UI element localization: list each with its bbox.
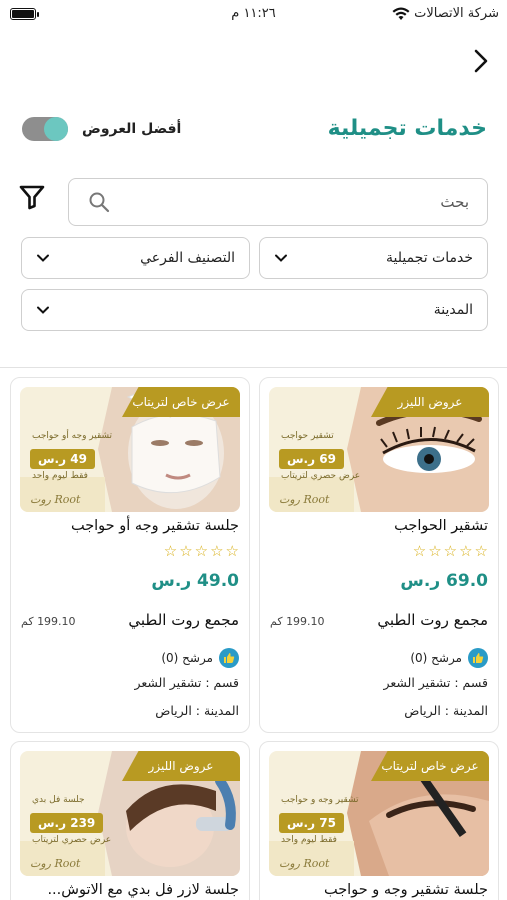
subcategory-select[interactable]: التصنيف الفرعي bbox=[21, 237, 250, 279]
service-name: جلسة لازر فل بدي مع الاتوش... bbox=[47, 882, 239, 898]
section-label: قسم : تشقير الشعر bbox=[134, 675, 239, 690]
banner-note: فقط ليوم واحد bbox=[281, 835, 337, 845]
page-title: خدمات تجميلية bbox=[327, 116, 487, 141]
banner-amount: 49 bbox=[70, 452, 87, 466]
recommend-row[interactable]: مرشح (0) bbox=[410, 648, 488, 668]
category-select[interactable]: خدمات تجميلية bbox=[259, 237, 488, 279]
banner-amount: 75 bbox=[319, 816, 336, 830]
star-icon: ☆ bbox=[443, 542, 458, 560]
service-name: جلسة تشقير وجه أو حواجب bbox=[70, 518, 239, 534]
search-icon[interactable] bbox=[87, 190, 111, 214]
wifi-icon bbox=[392, 7, 410, 20]
star-icon: ☆ bbox=[194, 542, 209, 560]
banner-ribbon: عروض الليزر bbox=[371, 387, 489, 417]
provider-name[interactable]: مجمع روت الطبي bbox=[377, 611, 488, 629]
star-icon: ☆ bbox=[225, 542, 239, 560]
banner-ribbon: عرض خاص لتريتاب bbox=[371, 751, 489, 781]
chevron-down-icon bbox=[275, 254, 287, 262]
banner-ribbon: عروض الليزر bbox=[122, 751, 240, 781]
service-card[interactable]: عرض خاص لتريتاب تشقير وجه أو حواجب 49 ر.… bbox=[10, 377, 250, 733]
rating-stars: ☆ ☆ ☆ ☆ ☆ bbox=[413, 544, 488, 559]
search-box bbox=[68, 178, 488, 226]
best-offers-toggle[interactable] bbox=[22, 117, 68, 141]
banner-price: 75 ر.س bbox=[279, 813, 344, 833]
banner-headline: تشقير حواجب bbox=[281, 431, 334, 441]
star-icon: ☆ bbox=[179, 542, 193, 560]
brand-logo: Root روت bbox=[30, 493, 81, 506]
banner-headline: تشقير وجه و حواجب bbox=[281, 795, 359, 805]
brand-logo: Root روت bbox=[279, 857, 330, 870]
thumbs-up-icon bbox=[468, 648, 488, 668]
service-name: تشقير الحواجب bbox=[394, 518, 488, 534]
city-select[interactable]: المدينة bbox=[21, 289, 488, 331]
brand-logo: Root روت bbox=[279, 493, 330, 506]
service-price: 69.0 ر.س bbox=[400, 571, 488, 591]
search-input[interactable] bbox=[119, 193, 469, 211]
battery-tip bbox=[37, 12, 39, 17]
star-icon: ☆ bbox=[459, 542, 473, 560]
star-icon: ☆ bbox=[163, 542, 178, 560]
provider-name[interactable]: مجمع روت الطبي bbox=[128, 611, 239, 629]
carrier-name: شركة الاتصالات bbox=[414, 6, 499, 21]
service-banner-image: عرض خاص لتريتاب تشقير وجه و حواجب 75 ر.س… bbox=[269, 751, 489, 876]
banner-note: عرض حصري لتريتاب bbox=[281, 471, 361, 481]
carrier-info: شركة الاتصالات bbox=[392, 6, 499, 21]
service-banner-image: عروض الليزر تشقير حواجب 69 ر.س عرض حصري … bbox=[269, 387, 489, 512]
distance-label: 199.10 كم bbox=[270, 615, 325, 628]
chevron-down-icon bbox=[37, 306, 49, 314]
service-banner-image: عرض خاص لتريتاب تشقير وجه أو حواجب 49 ر.… bbox=[20, 387, 240, 512]
banner-currency: ر.س bbox=[38, 816, 67, 830]
chevron-down-icon bbox=[37, 254, 49, 262]
chevron-right-icon bbox=[474, 49, 488, 73]
clock: ١١:٢٦ م bbox=[231, 6, 276, 21]
subcategory-select-value: التصنيف الفرعي bbox=[140, 250, 235, 266]
banner-ribbon: عرض خاص لتريتاب bbox=[122, 387, 240, 417]
star-icon: ☆ bbox=[474, 542, 488, 560]
banner-currency: ر.س bbox=[287, 452, 316, 466]
distance-label: 199.10 كم bbox=[21, 615, 76, 628]
service-card[interactable]: عروض الليزر تشقير حواجب 69 ر.س عرض حصري … bbox=[259, 377, 499, 733]
service-card[interactable]: عرض خاص لتريتاب تشقير وجه و حواجب 75 ر.س… bbox=[259, 741, 499, 900]
service-banner-image: عروض الليزر جلسة فل بدي 239 ر.س عرض حصري… bbox=[20, 751, 240, 876]
toggle-knob bbox=[44, 117, 68, 141]
service-name: جلسة تشقير وجه و حواجب bbox=[323, 882, 488, 898]
banner-amount: 239 bbox=[70, 816, 96, 830]
banner-currency: ر.س bbox=[38, 452, 67, 466]
banner-headline: جلسة فل بدي bbox=[32, 795, 85, 805]
recommend-row[interactable]: مرشح (0) bbox=[161, 648, 239, 668]
back-button[interactable] bbox=[468, 48, 494, 74]
star-icon: ☆ bbox=[210, 542, 224, 560]
banner-price: 239 ر.س bbox=[30, 813, 104, 833]
city-label: المدينة : الرياض bbox=[404, 703, 488, 718]
service-card[interactable]: عروض الليزر جلسة فل بدي 239 ر.س عرض حصري… bbox=[10, 741, 250, 900]
battery-icon bbox=[10, 8, 36, 20]
status-bar: شركة الاتصالات ١١:٢٦ م bbox=[0, 0, 507, 30]
banner-headline: تشقير وجه أو حواجب bbox=[32, 431, 113, 441]
recommend-count: مرشح (0) bbox=[410, 651, 462, 665]
thumbs-up-icon bbox=[219, 648, 239, 668]
category-select-value: خدمات تجميلية bbox=[385, 250, 473, 266]
city-select-value: المدينة bbox=[433, 302, 473, 318]
divider bbox=[0, 367, 507, 368]
rating-stars: ☆ ☆ ☆ ☆ ☆ bbox=[164, 544, 239, 559]
filter-button[interactable] bbox=[18, 183, 46, 211]
filter-icon bbox=[19, 185, 45, 210]
banner-note: عرض حصري لتريتاب bbox=[32, 835, 112, 845]
banner-amount: 69 bbox=[319, 452, 336, 466]
best-offers-label: أفضل العروض bbox=[82, 121, 182, 137]
banner-note: فقط ليوم واحد bbox=[32, 471, 88, 481]
star-icon: ☆ bbox=[428, 542, 442, 560]
best-offers-switch-row: أفضل العروض bbox=[22, 117, 181, 141]
banner-currency: ر.س bbox=[287, 816, 316, 830]
brand-logo: Root روت bbox=[30, 857, 81, 870]
city-label: المدينة : الرياض bbox=[155, 703, 239, 718]
banner-price: 69 ر.س bbox=[279, 449, 344, 469]
star-icon: ☆ bbox=[412, 542, 427, 560]
banner-price: 49 ر.س bbox=[30, 449, 95, 469]
service-price: 49.0 ر.س bbox=[151, 571, 239, 591]
section-label: قسم : تشقير الشعر bbox=[383, 675, 488, 690]
recommend-count: مرشح (0) bbox=[161, 651, 213, 665]
